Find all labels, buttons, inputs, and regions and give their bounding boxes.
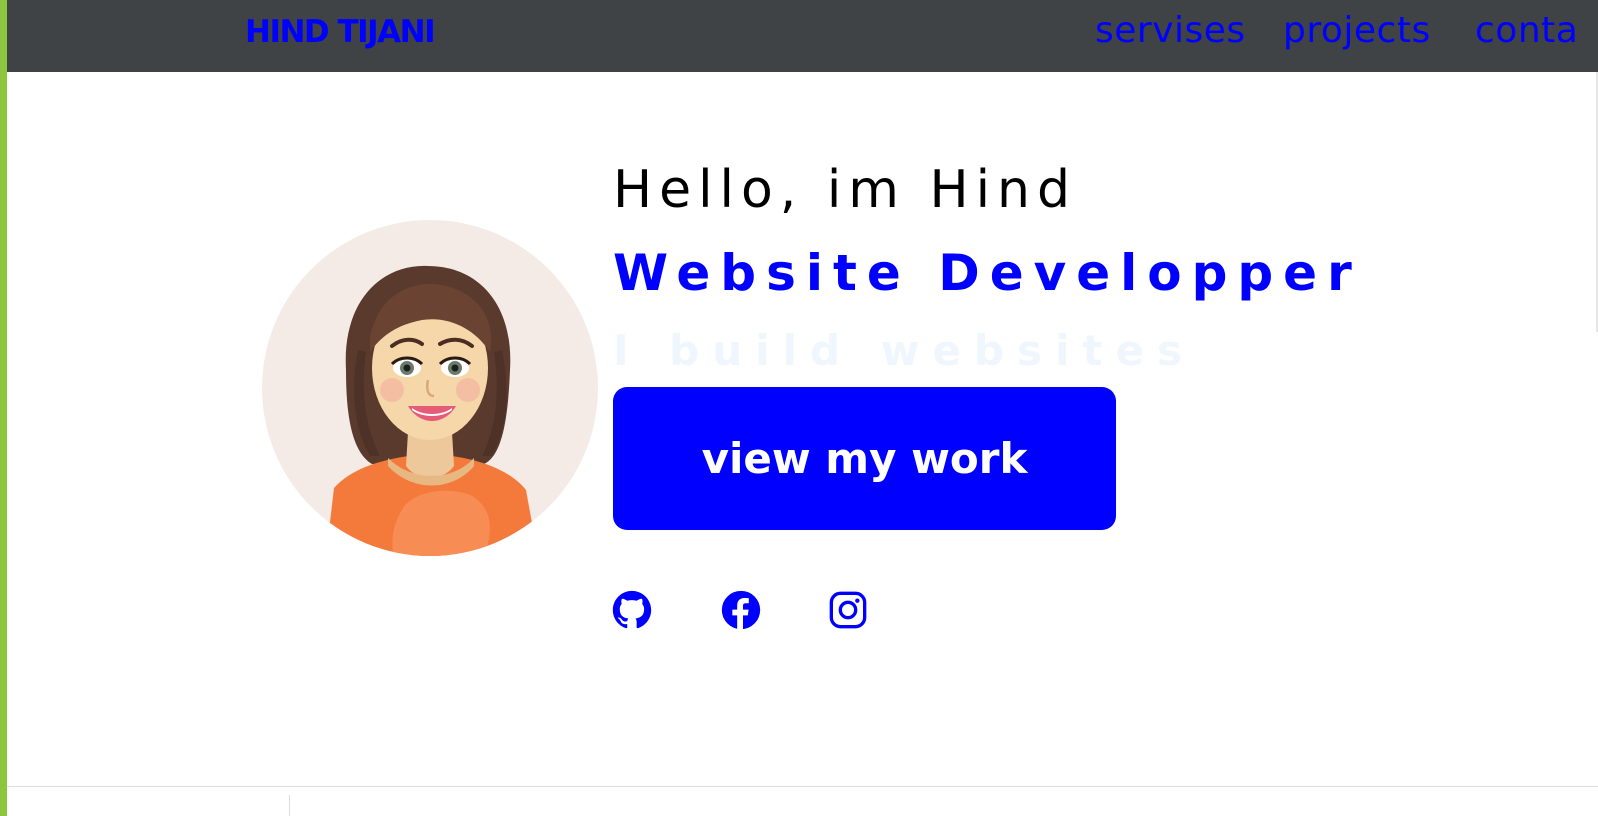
left-accent-strip [0, 0, 7, 816]
nav-link-projects[interactable]: projects [1283, 10, 1431, 51]
cartoon-woman-avatar-icon [326, 265, 538, 556]
nav-link-services[interactable]: servises [1095, 10, 1246, 51]
instagram-link[interactable] [828, 590, 868, 630]
page: HIND TIJANI servises projects conta Hell… [0, 0, 1598, 816]
github-link[interactable] [612, 590, 652, 630]
avatar [262, 220, 598, 556]
nav-link-contact[interactable]: conta [1475, 10, 1578, 51]
hero-greeting: Hello, im Hind [613, 160, 1078, 220]
facebook-link[interactable] [721, 590, 761, 630]
view-my-work-button[interactable]: view my work [613, 387, 1116, 530]
hero-role: Website Developper [613, 244, 1362, 302]
footer-column-divider [289, 795, 290, 816]
instagram-icon [829, 591, 867, 629]
hero-tagline: I build websites [613, 326, 1196, 375]
brand-logo[interactable]: HIND TIJANI [245, 14, 436, 50]
footer-divider [7, 786, 1598, 787]
github-icon [612, 590, 652, 629]
facebook-icon [721, 590, 761, 630]
